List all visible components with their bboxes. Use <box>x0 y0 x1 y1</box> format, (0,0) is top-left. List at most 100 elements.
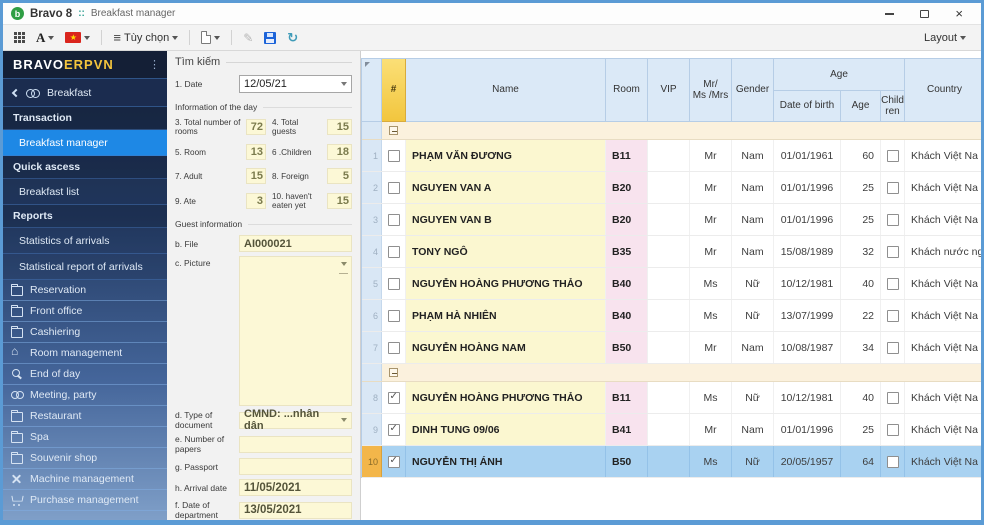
group-row[interactable] <box>362 122 981 140</box>
sidebar-module-item[interactable]: End of day <box>3 364 167 385</box>
table-row[interactable]: 9 DINH TUNG 09/06 B41 Mr Nam 01/01/1996 … <box>362 414 981 446</box>
row-select-checkbox[interactable] <box>388 182 400 194</box>
table-row[interactable]: 3 NGUYEN VAN B B20 Mr Nam 01/01/1996 25 <box>362 204 981 236</box>
guest-name-cell: NGUYỄN HOÀNG PHƯƠNG THẢO <box>406 382 606 413</box>
children-checkbox[interactable] <box>887 424 899 436</box>
doc-type-select[interactable]: CMND: ...nhân dân <box>239 412 352 429</box>
title-column-header[interactable]: Mr/ Ms /Mrs <box>690 59 732 122</box>
vip-column-header[interactable]: VIP <box>648 59 690 122</box>
sidebar-item[interactable]: Statistics of arrivals <box>3 228 167 254</box>
table-body: 1 PHẠM VĂN ĐƯƠNG B11 Mr Nam 01/01/1961 6… <box>362 122 981 478</box>
search-panel-title: Tìm kiếm <box>175 56 352 68</box>
row-select-checkbox[interactable] <box>388 278 400 290</box>
children-checkbox[interactable] <box>887 150 899 162</box>
save-button[interactable] <box>261 30 279 46</box>
children-column-header[interactable]: Child ren <box>881 91 905 122</box>
date-select[interactable]: 12/05/21 <box>239 75 352 93</box>
title-cell: Mr <box>690 332 732 363</box>
row-number-cell: 10 <box>362 446 382 477</box>
group-row[interactable] <box>362 364 981 382</box>
papers-field[interactable] <box>239 436 352 453</box>
row-select-checkbox[interactable] <box>388 424 400 436</box>
table-row[interactable]: 1 PHẠM VĂN ĐƯƠNG B11 Mr Nam 01/01/1961 6… <box>362 140 981 172</box>
table-row[interactable]: 10 NGUYỄN THỊ ÁNH B50 Ms Nữ 20/05/1957 6… <box>362 446 981 478</box>
name-column-header[interactable]: Name <box>406 59 606 122</box>
sidebar-module-item[interactable]: Restaurant <box>3 406 167 427</box>
table-row[interactable]: 6 PHẠM HÀ NHIÊN B40 Ms Nữ 13/07/1999 22 <box>362 300 981 332</box>
more-options-icon[interactable] <box>149 58 161 71</box>
row-select-checkbox[interactable] <box>388 456 400 468</box>
font-button[interactable]: A <box>33 28 57 48</box>
language-button[interactable]: ★ <box>62 30 93 45</box>
dob-column-header[interactable]: Date of birth <box>774 91 841 122</box>
row-number-cell: 8 <box>362 382 382 413</box>
row-select-checkbox[interactable] <box>388 214 400 226</box>
row-select-checkbox[interactable] <box>388 342 400 354</box>
logo-text-erpvn: ERPVN <box>64 57 114 72</box>
options-button[interactable]: ≡ Tùy chọn <box>110 29 181 46</box>
new-document-button[interactable] <box>198 29 223 46</box>
sidebar-module-header-breakfast[interactable]: Breakfast <box>3 78 167 107</box>
chevron-down-icon <box>960 36 966 40</box>
minimize-icon[interactable] <box>885 13 894 15</box>
sidebar-module-item[interactable]: Front office <box>3 301 167 322</box>
table-row[interactable]: 5 NGUYỄN HOÀNG PHƯƠNG THẢO B40 Ms Nữ 10/… <box>362 268 981 300</box>
checkbox-column-header[interactable]: # <box>382 59 406 122</box>
children-checkbox[interactable] <box>887 342 899 354</box>
sidebar-item[interactable]: Breakfast list <box>3 179 167 205</box>
sidebar-module-item[interactable]: Meeting, party <box>3 385 167 406</box>
gender-cell: Nam <box>732 204 774 235</box>
sidebar-module-item[interactable]: Room management <box>3 343 167 364</box>
stat-label: 9. Ate <box>175 197 243 206</box>
children-checkbox[interactable] <box>887 456 899 468</box>
country-column-header[interactable]: Country <box>905 59 981 122</box>
row-select-checkbox[interactable] <box>388 392 400 404</box>
row-select-checkbox[interactable] <box>388 246 400 258</box>
row-select-checkbox[interactable] <box>388 310 400 322</box>
sidebar-item[interactable]: Breakfast manager <box>3 130 167 156</box>
edit-button[interactable]: ✎ <box>240 29 256 47</box>
collapse-group-icon[interactable] <box>389 126 398 135</box>
room-column-header[interactable]: Room <box>606 59 648 122</box>
title-cell: Ms <box>690 300 732 331</box>
table-row[interactable]: 2 NGUYEN VAN A B20 Mr Nam 01/01/1996 25 <box>362 172 981 204</box>
sidebar-module-item[interactable]: Souvenir shop <box>3 448 167 469</box>
vip-cell <box>648 446 690 477</box>
arrival-date-field[interactable]: 11/05/2021 <box>239 479 352 496</box>
passport-field[interactable] <box>239 458 352 475</box>
children-checkbox[interactable] <box>887 182 899 194</box>
sidebar-module-item[interactable]: Purchase management <box>3 490 167 511</box>
table-row[interactable]: 8 NGUYỄN HOÀNG PHƯƠNG THẢO B11 Ms Nữ 10/… <box>362 382 981 414</box>
sidebar-module-item[interactable]: Spa <box>3 427 167 448</box>
departure-date-field[interactable]: 13/05/2021 <box>239 502 352 519</box>
refresh-button[interactable]: ↻ <box>284 29 301 46</box>
title-bar: b Bravo 8 :: Breakfast manager × <box>3 3 981 25</box>
maximize-icon[interactable] <box>920 10 929 18</box>
children-checkbox[interactable] <box>887 214 899 226</box>
sidebar-item[interactable]: Statistical report of arrivals <box>3 254 167 280</box>
collapse-group-icon[interactable] <box>389 368 398 377</box>
picture-field[interactable] <box>239 256 352 406</box>
table-row[interactable]: 7 NGUYỄN HOÀNG NAM B50 Mr Nam 10/08/1987… <box>362 332 981 364</box>
children-checkbox[interactable] <box>887 310 899 322</box>
children-checkbox[interactable] <box>887 392 899 404</box>
sidebar-module-item[interactable]: Machine management <box>3 469 167 490</box>
room-cell: B20 <box>606 204 648 235</box>
file-field[interactable]: AI000021 <box>239 235 352 252</box>
children-checkbox[interactable] <box>887 278 899 290</box>
sidebar-module-item[interactable]: Reservation <box>3 280 167 301</box>
apps-grid-button[interactable] <box>11 30 28 45</box>
age-cell: 40 <box>841 382 881 413</box>
gender-column-header[interactable]: Gender <box>732 59 774 122</box>
age-column-header[interactable]: Age <box>841 91 881 122</box>
stat-value: 15 <box>327 119 352 135</box>
row-select-checkbox[interactable] <box>388 150 400 162</box>
papers-label: e. Number of papers <box>175 434 239 454</box>
layout-button[interactable]: Layout <box>921 30 969 46</box>
age-group-header[interactable]: Age <box>774 59 905 91</box>
children-checkbox[interactable] <box>887 246 899 258</box>
sidebar-module-item[interactable]: Cashiering <box>3 322 167 343</box>
close-icon[interactable]: × <box>955 7 963 20</box>
table-row[interactable]: 4 TONY NGÔ B35 Mr Nam 15/08/1989 32 <box>362 236 981 268</box>
expand-all-header-cell[interactable] <box>362 59 382 122</box>
